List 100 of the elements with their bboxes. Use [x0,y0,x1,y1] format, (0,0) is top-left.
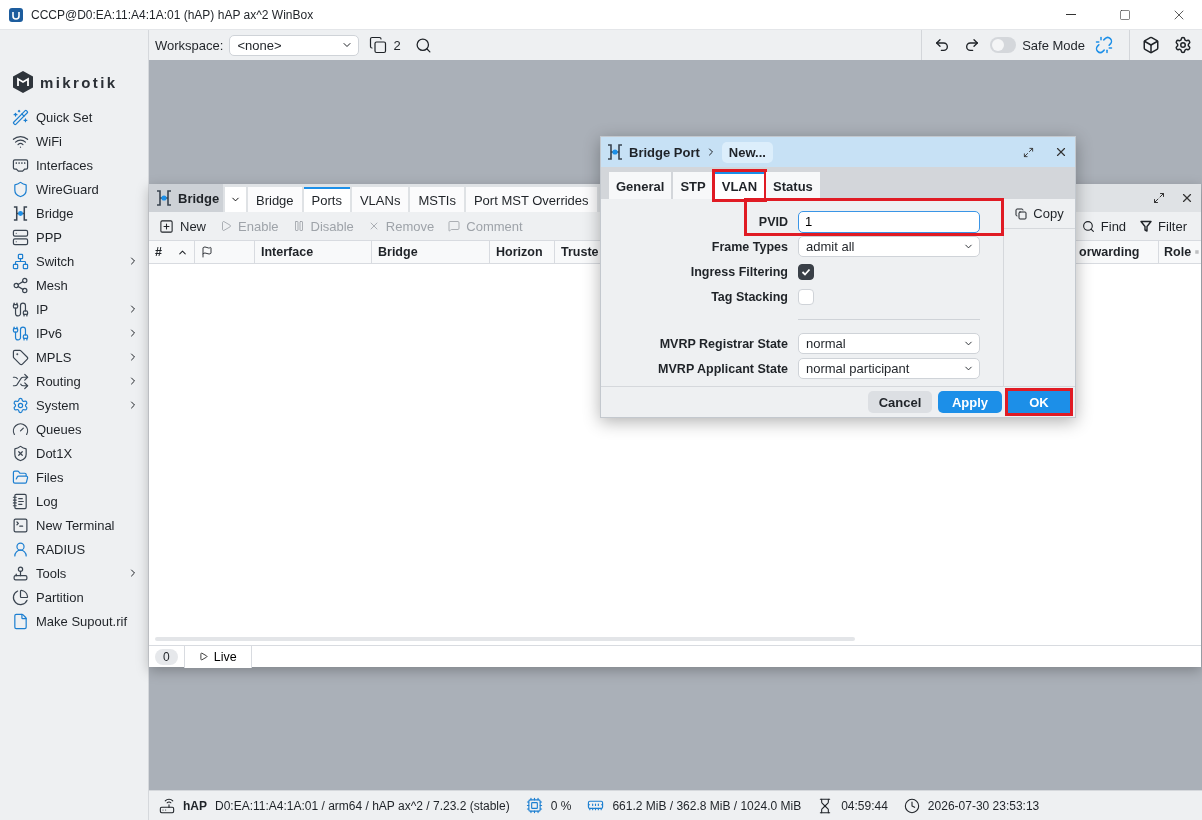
tab[interactable]: VLANs [351,187,409,212]
sidebar-item[interactable]: Switch [0,249,148,273]
sidebar-item[interactable]: Routing [0,369,148,393]
tab[interactable]: Port MST Overrides [465,187,597,212]
shield-icon [12,180,29,198]
sidebar-item[interactable]: Tools [0,561,148,585]
toolbar-button[interactable]: New [157,218,208,234]
sidebar-item[interactable]: Bridge [0,201,148,225]
sidebar-item[interactable]: Files [0,465,148,489]
nodes-icon [12,276,29,294]
sidebar-item[interactable]: Partition [0,585,148,609]
tab[interactable]: MSTIs [410,187,464,212]
maximize-icon [1119,8,1131,21]
sidebar-item[interactable]: New Terminal [0,513,148,537]
tab[interactable]: Status [766,172,820,199]
shuffle-icon [12,372,29,390]
logo-icon [13,71,33,93]
sidebar-item[interactable]: Interfaces [0,153,148,177]
tab[interactable]: General [609,172,672,199]
row-count: 0 [155,648,178,665]
select-field[interactable]: normal participant [798,358,980,379]
tag-icon [12,348,29,366]
cable-icon [12,300,29,318]
server-icon [12,228,29,246]
minimize-icon [1066,14,1076,15]
sidebar-item[interactable]: PPP [0,225,148,249]
pvid-field[interactable]: 1 [798,210,980,233]
dialog-button[interactable]: Cancel [868,391,932,413]
user-icon [12,540,29,558]
copy-button[interactable]: Copy [1004,199,1075,229]
field-label: Tag Stacking [711,289,788,304]
field-label: Ingress Filtering [690,264,788,279]
sidebar-item[interactable]: Quick Set [0,105,148,129]
column-header[interactable]: # [149,241,195,263]
sidebar-item[interactable]: Dot1X [0,441,148,465]
play-icon [220,220,232,232]
app-icon [9,7,23,22]
window-title: CCCP@D0:EA:11:A4:1A:01 (hAP) hAP ax^2 WinBox [31,7,315,22]
field-label: Frame Types [711,239,788,254]
column-menu-icon [1195,247,1199,257]
close-icon [1180,191,1194,205]
windows-icon [369,36,388,54]
bridge-window-title: Bridge [178,190,220,206]
wand-icon [12,108,29,126]
ethernet-port-icon [12,156,29,174]
settings-icon [12,396,29,414]
field-label: MVRP Registrar State [659,336,788,351]
cube-icon [1142,36,1160,54]
date-time: 2026-07-30 23:53:13 [927,798,1040,813]
column-header[interactable]: Horizon [490,241,555,263]
cable-icon [12,324,29,342]
column-header[interactable]: Interface [255,241,372,263]
comment-icon [448,220,461,232]
safe-mode-toggle[interactable] [990,37,1017,53]
tab[interactable]: VLAN [714,172,765,199]
sidebar-item[interactable]: WireGuard [0,177,148,201]
sidebar-item[interactable]: IP [0,297,148,321]
router-icon [159,797,175,814]
search-icon [1081,219,1095,233]
live-button[interactable]: Live [183,645,252,668]
pie-chart-icon [12,588,29,606]
file-icon [12,612,29,630]
tab-menu-button[interactable] [225,187,246,212]
close-icon [1054,145,1068,159]
terminal-icon [12,516,29,534]
checkbox[interactable] [798,263,814,280]
tab[interactable]: STP [673,172,713,199]
sidebar-item[interactable]: Log [0,489,148,513]
column-header[interactable]: Role [1159,241,1201,263]
settings-icon [1174,36,1192,54]
folder-icon [12,468,29,486]
network-icon [12,252,29,270]
workspace-label: Workspace: [155,37,224,53]
uptime: 04:59:44 [841,798,888,813]
select-field[interactable]: normal [798,333,980,354]
shield-x-icon [12,444,29,462]
filter-icon [1140,220,1153,232]
sidebar-item[interactable]: RADIUS [0,537,148,561]
tab[interactable]: Bridge [248,187,302,212]
sidebar-item[interactable]: Queues [0,417,148,441]
toolbar-button[interactable]: Find [1079,218,1129,234]
sidebar-item[interactable]: System [0,393,148,417]
workspace-select[interactable]: <none> [229,34,360,56]
logo-text: mikrotik [40,73,118,91]
joystick-icon [12,564,29,582]
sidebar-item[interactable]: MPLS [0,345,148,369]
windows-button[interactable]: 2 [365,32,405,58]
select-field[interactable]: admit all [798,236,980,257]
sidebar-item[interactable]: Mesh [0,273,148,297]
column-header[interactable]: Bridge [372,241,490,263]
search-icon [414,36,432,54]
check-icon [801,266,811,277]
tab[interactable]: Ports [303,187,350,212]
cpu-usage: 0 % [550,798,572,813]
sidebar-item[interactable]: Make Supout.rif [0,609,148,633]
sidebar-item[interactable]: IPv6 [0,321,148,345]
bridge-icon [12,204,29,222]
device-info: D0:EA:11:A4:1A:01 / arm64 / hAP ax^2 / 7.23.2 (stable) [215,798,510,813]
sidebar-item[interactable]: WiFi [0,129,148,153]
toolbar-button[interactable]: Filter [1138,218,1189,234]
